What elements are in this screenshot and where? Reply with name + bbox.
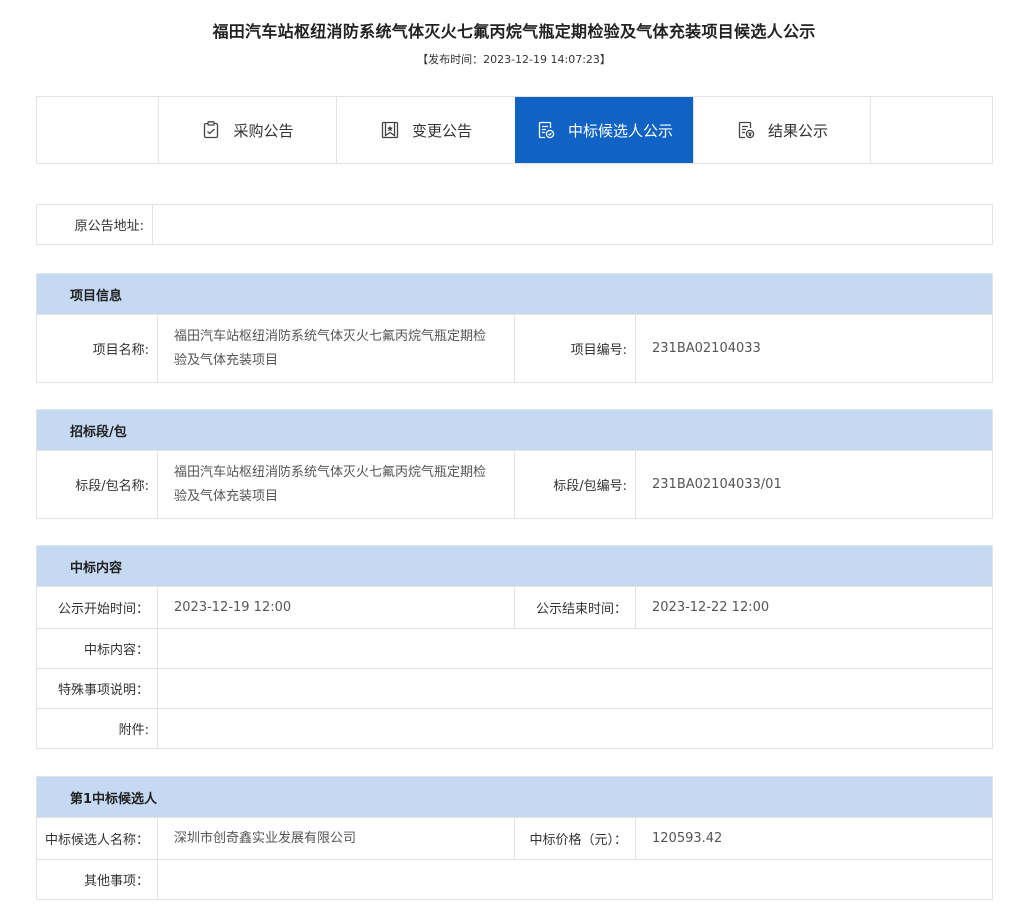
clipboard-icon — [201, 120, 221, 140]
attachment-value[interactable] — [158, 709, 992, 748]
notice-tabbar: 采购公告 变更公告 中标候选人公示 结果公示 — [36, 96, 993, 164]
notice-start-label: 公示开始时间： — [37, 587, 158, 628]
project-info-table: 项目信息 项目名称: 福田汽车站枢纽消防系统气体灭火七氟丙烷气瓶定期检验及气体充… — [36, 273, 993, 383]
tab-result-notice[interactable]: 结果公示 — [693, 97, 871, 163]
result-doc-icon — [736, 120, 756, 140]
special-notes-label: 特殊事项说明： — [37, 669, 158, 708]
award-content-value — [158, 629, 992, 668]
package-table: 招标段/包 标段/包名称: 福田汽车站枢纽消防系统气体灭火七氟丙烷气瓶定期检验及… — [36, 409, 993, 519]
award-table: 中标内容 公示开始时间： 2023-12-19 12:00 公示结束时间： 20… — [36, 545, 993, 749]
award-content-label: 中标内容： — [37, 629, 158, 668]
candidate-header: 第1中标候选人 — [37, 777, 992, 818]
original-address-label: 原公告地址: — [37, 205, 153, 244]
candidate-doc-icon — [536, 120, 556, 140]
award-header: 中标内容 — [37, 546, 992, 587]
project-code-label: 项目编号: — [515, 315, 636, 382]
notice-end-value: 2023-12-22 12:00 — [652, 599, 770, 615]
publish-time: 【发布时间：2023-12-19 14:07:23】 — [417, 53, 611, 66]
original-address-value[interactable] — [153, 205, 992, 244]
page-title: 福田汽车站枢纽消防系统气体灭火七氟丙烷气瓶定期检验及气体充装项目候选人公示 — [212, 22, 816, 41]
package-code-value: 231BA02104033/01 — [652, 476, 782, 492]
bookmark-star-icon — [380, 120, 400, 140]
attachment-label: 附件: — [37, 709, 158, 748]
tab-candidate-notice[interactable]: 中标候选人公示 — [515, 97, 693, 163]
package-code-label: 标段/包编号: — [515, 451, 636, 518]
project-info-header: 项目信息 — [37, 274, 992, 315]
tab-label: 变更公告 — [411, 121, 472, 140]
candidate-name-value: 深圳市创奇鑫实业发展有限公司 — [158, 818, 515, 859]
special-notes-value — [158, 669, 992, 708]
tab-procurement-notice[interactable]: 采购公告 — [158, 97, 336, 163]
bid-price-label: 中标价格（元）： — [515, 818, 636, 859]
notice-end-label: 公示结束时间： — [515, 587, 636, 628]
project-code-value: 231BA02104033 — [652, 340, 761, 356]
other-matters-value — [158, 860, 992, 899]
original-address-table: 原公告地址: — [36, 204, 993, 245]
candidate-name-label: 中标候选人名称： — [37, 818, 158, 859]
package-header: 招标段/包 — [37, 410, 992, 451]
candidate-table: 第1中标候选人 中标候选人名称： 深圳市创奇鑫实业发展有限公司 中标价格（元）：… — [36, 776, 993, 900]
tab-label: 采购公告 — [233, 121, 294, 140]
tab-change-notice[interactable]: 变更公告 — [336, 97, 515, 163]
project-name-value: 福田汽车站枢纽消防系统气体灭火七氟丙烷气瓶定期检验及气体充装项目 — [158, 315, 515, 382]
tab-label: 中标候选人公示 — [567, 121, 673, 140]
package-name-value: 福田汽车站枢纽消防系统气体灭火七氟丙烷气瓶定期检验及气体充装项目 — [158, 451, 515, 518]
notice-start-value: 2023-12-19 12:00 — [158, 587, 515, 628]
tab-label: 结果公示 — [767, 121, 828, 140]
other-matters-label: 其他事项： — [37, 860, 158, 899]
bid-price-value: 120593.42 — [652, 830, 723, 846]
package-name-label: 标段/包名称: — [37, 451, 158, 518]
project-name-label: 项目名称: — [37, 315, 158, 382]
